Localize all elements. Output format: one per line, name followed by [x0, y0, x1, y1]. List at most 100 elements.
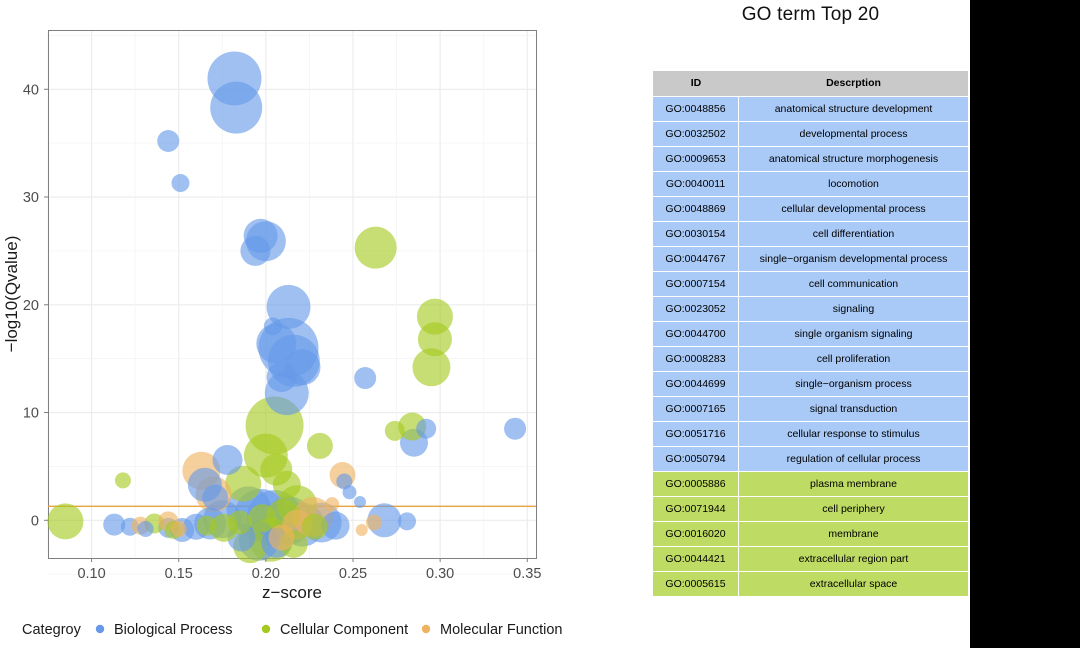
- bubble-biological-process: [240, 235, 271, 266]
- cell-description: anatomical structure development: [739, 97, 968, 121]
- y-tick-label: 10: [23, 406, 39, 422]
- cell-go-id: GO:0005615: [653, 572, 739, 596]
- cell-description: single−organism process: [739, 372, 968, 396]
- bubble-cellular-component: [196, 515, 217, 536]
- cell-description: cell communication: [739, 272, 968, 296]
- go-term-table-panel: GO term Top 20 ID Descrption GO:0048856 a…: [653, 0, 968, 648]
- bubble-series-layer: [47, 51, 527, 564]
- bubble-cellular-component: [47, 503, 84, 540]
- x-axis: 0.10 0.15 0.20 0.25 0.30 0.35: [77, 558, 541, 582]
- legend-dot-molecular-function: [421, 624, 431, 634]
- table-row: GO:0048856 anatomical structure developme…: [653, 97, 968, 121]
- cell-go-id: GO:0008283: [653, 347, 739, 371]
- legend-title: Categroy: [22, 622, 82, 638]
- bubble-chart-svg: 0.10 0.15 0.20 0.25 0.30 0.35 0 10 20 30 40 z−sco…: [2, 30, 563, 638]
- table-row: GO:0007165 signal transduction: [653, 397, 968, 421]
- cell-description: single organism signaling: [739, 322, 968, 346]
- cell-description: cellular response to stimulus: [739, 422, 968, 446]
- column-header-id: ID: [653, 71, 739, 96]
- cell-go-id: GO:0009653: [653, 147, 739, 171]
- bubble-molecular-function: [268, 524, 295, 551]
- bubble-biological-process: [353, 495, 366, 508]
- table-row: GO:0030154 cell differentiation: [653, 222, 968, 246]
- bubble-molecular-function: [355, 523, 368, 536]
- cell-go-id: GO:0007165: [653, 397, 739, 421]
- table-row: GO:0044699 single−organism process: [653, 372, 968, 396]
- cell-description: signaling: [739, 297, 968, 321]
- cell-description: cell differentiation: [739, 222, 968, 246]
- table-row: GO:0044421 extracellular region part: [653, 547, 968, 571]
- bubble-biological-process: [137, 520, 154, 537]
- table-row: GO:0005615 extracellular space: [653, 572, 968, 596]
- table-header-row: ID Descrption: [653, 71, 968, 96]
- y-tick-label: 40: [23, 82, 39, 98]
- table-row: GO:0071944 cell periphery: [653, 497, 968, 521]
- cell-description: cellular developmental process: [739, 197, 968, 221]
- x-tick-label: 0.25: [339, 566, 367, 582]
- bubble-biological-process: [398, 512, 417, 531]
- cell-description: plasma membrane: [739, 472, 968, 496]
- go-term-table: ID Descrption GO:0048856 anatomical struc…: [653, 70, 968, 597]
- cell-go-id: GO:0005886: [653, 472, 739, 496]
- bubble-biological-process: [263, 317, 282, 336]
- bubble-molecular-function: [170, 520, 187, 537]
- table-body: GO:0048856 anatomical structure developme…: [653, 97, 968, 596]
- bubble-cellular-component: [248, 504, 277, 533]
- legend-dot-biological-process: [95, 624, 105, 634]
- bubble-biological-process: [210, 81, 263, 134]
- cell-go-id: GO:0032502: [653, 122, 739, 146]
- cell-description: extracellular region part: [739, 547, 968, 571]
- cell-description: signal transduction: [739, 397, 968, 421]
- bubble-cellular-component: [306, 432, 333, 459]
- y-axis: 0 10 20 30 40: [23, 82, 48, 529]
- cell-go-id: GO:0044767: [653, 247, 739, 271]
- legend-label-molecular-function: Molecular Function: [440, 622, 563, 638]
- x-tick-label: 0.20: [252, 566, 280, 582]
- x-tick-label: 0.30: [426, 566, 454, 582]
- bubble-biological-process: [342, 485, 357, 500]
- table-row: GO:0051716 cellular response to stimulus: [653, 422, 968, 446]
- cell-description: single−organism developmental process: [739, 247, 968, 271]
- bubble-biological-process: [171, 174, 190, 193]
- legend-dot-cellular-component: [261, 624, 271, 634]
- y-tick-label: 0: [31, 513, 39, 529]
- cell-go-id: GO:0071944: [653, 497, 739, 521]
- column-header-description: Descrption: [739, 71, 968, 96]
- bubble-biological-process: [157, 129, 180, 152]
- y-tick-label: 30: [23, 190, 39, 206]
- table-row: GO:0009653 anatomical structure morphogen…: [653, 147, 968, 171]
- bubble-molecular-function: [365, 514, 382, 531]
- cell-go-id: GO:0040011: [653, 172, 739, 196]
- x-axis-title: z−score: [262, 583, 322, 602]
- cell-go-id: GO:0007154: [653, 272, 739, 296]
- bubble-biological-process: [416, 418, 437, 439]
- cell-description: membrane: [739, 522, 968, 546]
- cell-go-id: GO:0016020: [653, 522, 739, 546]
- table-row: GO:0005886 plasma membrane: [653, 472, 968, 496]
- cell-go-id: GO:0044699: [653, 372, 739, 396]
- cell-description: developmental process: [739, 122, 968, 146]
- cell-description: anatomical structure morphogenesis: [739, 147, 968, 171]
- cell-go-id: GO:0030154: [653, 222, 739, 246]
- cell-go-id: GO:0051716: [653, 422, 739, 446]
- bubble-cellular-component: [272, 470, 301, 499]
- bubble-molecular-function: [325, 497, 340, 512]
- bubble-chart-panel: 0.10 0.15 0.20 0.25 0.30 0.35 0 10 20 30 40 z−sco…: [0, 0, 620, 648]
- cell-description: locomotion: [739, 172, 968, 196]
- y-tick-label: 20: [23, 298, 39, 314]
- table-row: GO:0032502 developmental process: [653, 122, 968, 146]
- bubble-cellular-component: [354, 226, 397, 269]
- y-axis-title: −log10(Qvalue): [2, 236, 21, 353]
- bubble-biological-process: [202, 484, 229, 511]
- x-tick-label: 0.35: [513, 566, 541, 582]
- bubble-cellular-component: [417, 322, 452, 357]
- right-black-bar: [970, 0, 1080, 648]
- table-row: GO:0016020 membrane: [653, 522, 968, 546]
- cell-description: cell periphery: [739, 497, 968, 521]
- cell-go-id: GO:0050794: [653, 447, 739, 471]
- table-title: GO term Top 20: [741, 4, 880, 25]
- bubble-biological-process: [504, 417, 527, 440]
- bubble-cellular-component: [384, 420, 405, 441]
- chart-legend: Categroy Biological Process Cellular Compo…: [22, 622, 563, 638]
- table-row: GO:0007154 cell communication: [653, 272, 968, 296]
